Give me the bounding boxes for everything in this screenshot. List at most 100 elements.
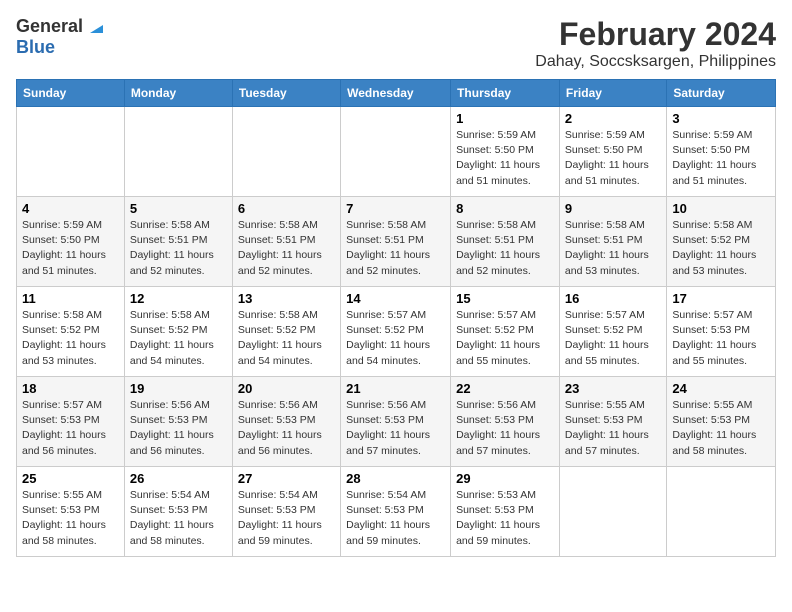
day-number: 17 xyxy=(672,291,770,306)
day-info: Sunrise: 5:58 AMSunset: 5:52 PMDaylight:… xyxy=(22,309,106,367)
day-info: Sunrise: 5:59 AMSunset: 5:50 PMDaylight:… xyxy=(672,129,756,187)
calendar-week-row: 11 Sunrise: 5:58 AMSunset: 5:52 PMDaylig… xyxy=(17,287,776,377)
calendar-week-row: 18 Sunrise: 5:57 AMSunset: 5:53 PMDaylig… xyxy=(17,377,776,467)
day-number: 4 xyxy=(22,201,119,216)
day-number: 2 xyxy=(565,111,661,126)
day-number: 24 xyxy=(672,381,770,396)
day-number: 6 xyxy=(238,201,335,216)
header-friday: Friday xyxy=(559,80,666,107)
table-row: 4 Sunrise: 5:59 AMSunset: 5:50 PMDayligh… xyxy=(17,197,125,287)
day-info: Sunrise: 5:54 AMSunset: 5:53 PMDaylight:… xyxy=(238,489,322,547)
day-number: 14 xyxy=(346,291,445,306)
day-number: 13 xyxy=(238,291,335,306)
table-row: 22 Sunrise: 5:56 AMSunset: 5:53 PMDaylig… xyxy=(451,377,560,467)
day-info: Sunrise: 5:56 AMSunset: 5:53 PMDaylight:… xyxy=(346,399,430,457)
table-row xyxy=(124,107,232,197)
day-number: 20 xyxy=(238,381,335,396)
day-info: Sunrise: 5:57 AMSunset: 5:52 PMDaylight:… xyxy=(456,309,540,367)
day-info: Sunrise: 5:58 AMSunset: 5:51 PMDaylight:… xyxy=(456,219,540,277)
day-number: 26 xyxy=(130,471,227,486)
day-number: 5 xyxy=(130,201,227,216)
day-info: Sunrise: 5:58 AMSunset: 5:51 PMDaylight:… xyxy=(130,219,214,277)
day-number: 9 xyxy=(565,201,661,216)
table-row: 17 Sunrise: 5:57 AMSunset: 5:53 PMDaylig… xyxy=(667,287,776,377)
table-row: 19 Sunrise: 5:56 AMSunset: 5:53 PMDaylig… xyxy=(124,377,232,467)
day-info: Sunrise: 5:58 AMSunset: 5:51 PMDaylight:… xyxy=(238,219,322,277)
table-row xyxy=(667,467,776,557)
logo-triangle-icon xyxy=(85,15,107,37)
day-number: 29 xyxy=(456,471,554,486)
table-row xyxy=(559,467,666,557)
day-number: 28 xyxy=(346,471,445,486)
table-row: 10 Sunrise: 5:58 AMSunset: 5:52 PMDaylig… xyxy=(667,197,776,287)
header-monday: Monday xyxy=(124,80,232,107)
table-row: 1 Sunrise: 5:59 AMSunset: 5:50 PMDayligh… xyxy=(451,107,560,197)
table-row: 28 Sunrise: 5:54 AMSunset: 5:53 PMDaylig… xyxy=(341,467,451,557)
day-number: 22 xyxy=(456,381,554,396)
table-row: 20 Sunrise: 5:56 AMSunset: 5:53 PMDaylig… xyxy=(232,377,340,467)
day-number: 19 xyxy=(130,381,227,396)
day-number: 15 xyxy=(456,291,554,306)
day-number: 21 xyxy=(346,381,445,396)
day-number: 8 xyxy=(456,201,554,216)
calendar-table: Sunday Monday Tuesday Wednesday Thursday… xyxy=(16,79,776,557)
table-row: 2 Sunrise: 5:59 AMSunset: 5:50 PMDayligh… xyxy=(559,107,666,197)
table-row: 21 Sunrise: 5:56 AMSunset: 5:53 PMDaylig… xyxy=(341,377,451,467)
table-row: 11 Sunrise: 5:58 AMSunset: 5:52 PMDaylig… xyxy=(17,287,125,377)
day-number: 25 xyxy=(22,471,119,486)
table-row: 15 Sunrise: 5:57 AMSunset: 5:52 PMDaylig… xyxy=(451,287,560,377)
day-info: Sunrise: 5:55 AMSunset: 5:53 PMDaylight:… xyxy=(565,399,649,457)
table-row: 3 Sunrise: 5:59 AMSunset: 5:50 PMDayligh… xyxy=(667,107,776,197)
logo: General Blue xyxy=(16,16,107,58)
day-info: Sunrise: 5:57 AMSunset: 5:52 PMDaylight:… xyxy=(346,309,430,367)
day-info: Sunrise: 5:55 AMSunset: 5:53 PMDaylight:… xyxy=(672,399,756,457)
day-number: 11 xyxy=(22,291,119,306)
table-row: 9 Sunrise: 5:58 AMSunset: 5:51 PMDayligh… xyxy=(559,197,666,287)
table-row: 7 Sunrise: 5:58 AMSunset: 5:51 PMDayligh… xyxy=(341,197,451,287)
day-info: Sunrise: 5:59 AMSunset: 5:50 PMDaylight:… xyxy=(22,219,106,277)
day-number: 23 xyxy=(565,381,661,396)
table-row: 6 Sunrise: 5:58 AMSunset: 5:51 PMDayligh… xyxy=(232,197,340,287)
day-info: Sunrise: 5:56 AMSunset: 5:53 PMDaylight:… xyxy=(238,399,322,457)
day-info: Sunrise: 5:55 AMSunset: 5:53 PMDaylight:… xyxy=(22,489,106,547)
header-wednesday: Wednesday xyxy=(341,80,451,107)
page-title: February 2024 xyxy=(535,16,776,53)
table-row: 23 Sunrise: 5:55 AMSunset: 5:53 PMDaylig… xyxy=(559,377,666,467)
table-row: 27 Sunrise: 5:54 AMSunset: 5:53 PMDaylig… xyxy=(232,467,340,557)
table-row: 5 Sunrise: 5:58 AMSunset: 5:51 PMDayligh… xyxy=(124,197,232,287)
table-row: 16 Sunrise: 5:57 AMSunset: 5:52 PMDaylig… xyxy=(559,287,666,377)
day-info: Sunrise: 5:58 AMSunset: 5:52 PMDaylight:… xyxy=(130,309,214,367)
day-number: 7 xyxy=(346,201,445,216)
header-saturday: Saturday xyxy=(667,80,776,107)
calendar-week-row: 25 Sunrise: 5:55 AMSunset: 5:53 PMDaylig… xyxy=(17,467,776,557)
calendar-week-row: 1 Sunrise: 5:59 AMSunset: 5:50 PMDayligh… xyxy=(17,107,776,197)
header-sunday: Sunday xyxy=(17,80,125,107)
day-number: 16 xyxy=(565,291,661,306)
day-info: Sunrise: 5:58 AMSunset: 5:51 PMDaylight:… xyxy=(565,219,649,277)
logo-general-text: General xyxy=(16,16,83,37)
title-section: February 2024 Dahay, Soccsksargen, Phili… xyxy=(535,16,776,71)
day-number: 1 xyxy=(456,111,554,126)
day-info: Sunrise: 5:54 AMSunset: 5:53 PMDaylight:… xyxy=(130,489,214,547)
table-row: 14 Sunrise: 5:57 AMSunset: 5:52 PMDaylig… xyxy=(341,287,451,377)
day-number: 12 xyxy=(130,291,227,306)
logo-blue-text: Blue xyxy=(16,37,55,57)
table-row: 24 Sunrise: 5:55 AMSunset: 5:53 PMDaylig… xyxy=(667,377,776,467)
day-info: Sunrise: 5:57 AMSunset: 5:53 PMDaylight:… xyxy=(672,309,756,367)
table-row: 12 Sunrise: 5:58 AMSunset: 5:52 PMDaylig… xyxy=(124,287,232,377)
table-row: 26 Sunrise: 5:54 AMSunset: 5:53 PMDaylig… xyxy=(124,467,232,557)
header: General Blue February 2024 Dahay, Soccsk… xyxy=(16,16,776,71)
day-number: 18 xyxy=(22,381,119,396)
day-info: Sunrise: 5:54 AMSunset: 5:53 PMDaylight:… xyxy=(346,489,430,547)
day-info: Sunrise: 5:56 AMSunset: 5:53 PMDaylight:… xyxy=(456,399,540,457)
day-info: Sunrise: 5:58 AMSunset: 5:52 PMDaylight:… xyxy=(672,219,756,277)
day-number: 10 xyxy=(672,201,770,216)
day-info: Sunrise: 5:59 AMSunset: 5:50 PMDaylight:… xyxy=(456,129,540,187)
table-row xyxy=(17,107,125,197)
table-row: 13 Sunrise: 5:58 AMSunset: 5:52 PMDaylig… xyxy=(232,287,340,377)
day-info: Sunrise: 5:56 AMSunset: 5:53 PMDaylight:… xyxy=(130,399,214,457)
table-row: 29 Sunrise: 5:53 AMSunset: 5:53 PMDaylig… xyxy=(451,467,560,557)
day-info: Sunrise: 5:58 AMSunset: 5:51 PMDaylight:… xyxy=(346,219,430,277)
header-tuesday: Tuesday xyxy=(232,80,340,107)
table-row: 8 Sunrise: 5:58 AMSunset: 5:51 PMDayligh… xyxy=(451,197,560,287)
